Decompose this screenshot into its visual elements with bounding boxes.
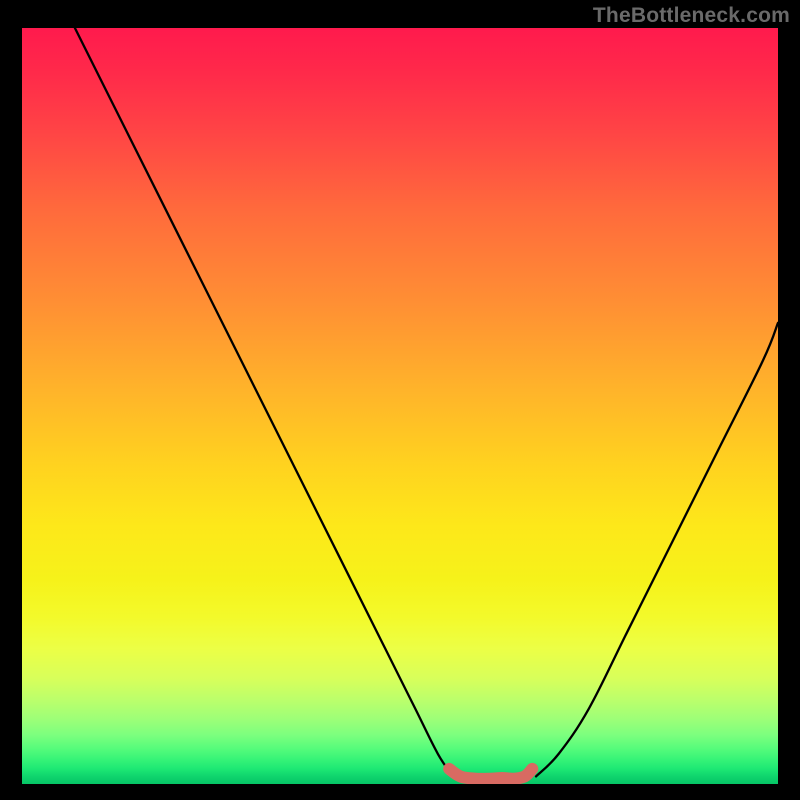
curve-left bbox=[75, 28, 453, 776]
chart-frame: TheBottleneck.com bbox=[0, 0, 800, 800]
watermark-text: TheBottleneck.com bbox=[593, 4, 790, 28]
plot-area bbox=[22, 28, 778, 784]
bottom-marker bbox=[449, 769, 532, 779]
curve-right bbox=[536, 323, 778, 777]
curves-layer bbox=[22, 28, 778, 784]
